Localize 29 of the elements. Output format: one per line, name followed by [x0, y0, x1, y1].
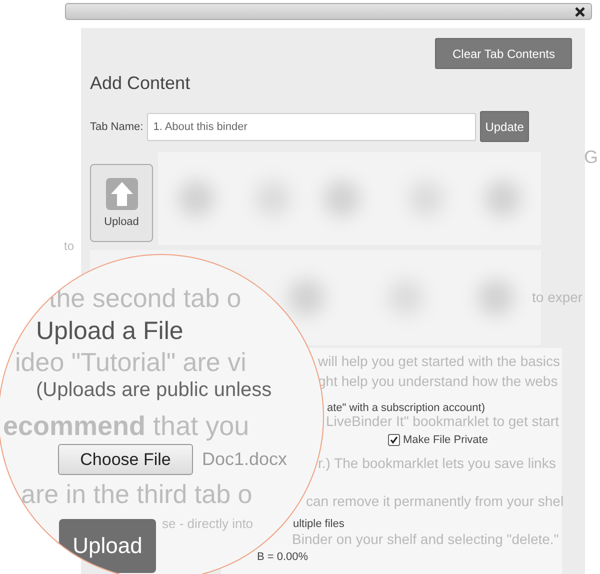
background-text: Binder on your shelf and selecting "delete." — [292, 532, 559, 548]
background-text: to — [64, 240, 74, 254]
upload-button[interactable]: Upload — [59, 519, 156, 573]
checkbox-label: Make File Private — [403, 434, 488, 446]
background-text: will help you get started with the basics — [318, 354, 560, 370]
tab-name-field[interactable]: 1. About this binder — [147, 112, 476, 140]
update-button[interactable]: Update — [480, 111, 529, 142]
multiple-files-text: ultiple files — [293, 518, 344, 530]
clear-tab-contents-button[interactable]: Clear Tab Contents — [435, 38, 572, 69]
background-text: ideo "Tutorial" are vi — [15, 349, 246, 375]
background-text: LiveBinder It" bookmarklet to get start — [326, 414, 559, 430]
upload-heading: Upload a File — [36, 317, 184, 346]
background-text: se - directly into — [162, 517, 254, 530]
tab-name-label: Tab Name: — [90, 120, 144, 132]
background-text: are in the third tab o — [21, 481, 252, 507]
file-name: Doc1.docx — [202, 449, 288, 470]
private-checkbox[interactable] — [388, 434, 400, 446]
background-text: can remove it permanently from your shel — [306, 494, 564, 510]
background-text: G — [584, 148, 598, 168]
close-icon[interactable] — [575, 6, 585, 16]
background-text: ecommend that you — [3, 413, 250, 440]
upload-note: (Uploads are public unless — [36, 379, 272, 402]
upload-tile[interactable]: Upload — [90, 164, 153, 242]
usage-text: B = 0.00% — [257, 551, 308, 563]
dialog-heading: Add Content — [90, 73, 192, 95]
background-text: r.) The bookmarklet lets you save links — [318, 456, 556, 472]
subscription-note: ate" with a subscription account) — [327, 402, 485, 414]
choose-file-button[interactable]: Choose File — [58, 444, 193, 475]
check-icon — [390, 436, 398, 444]
